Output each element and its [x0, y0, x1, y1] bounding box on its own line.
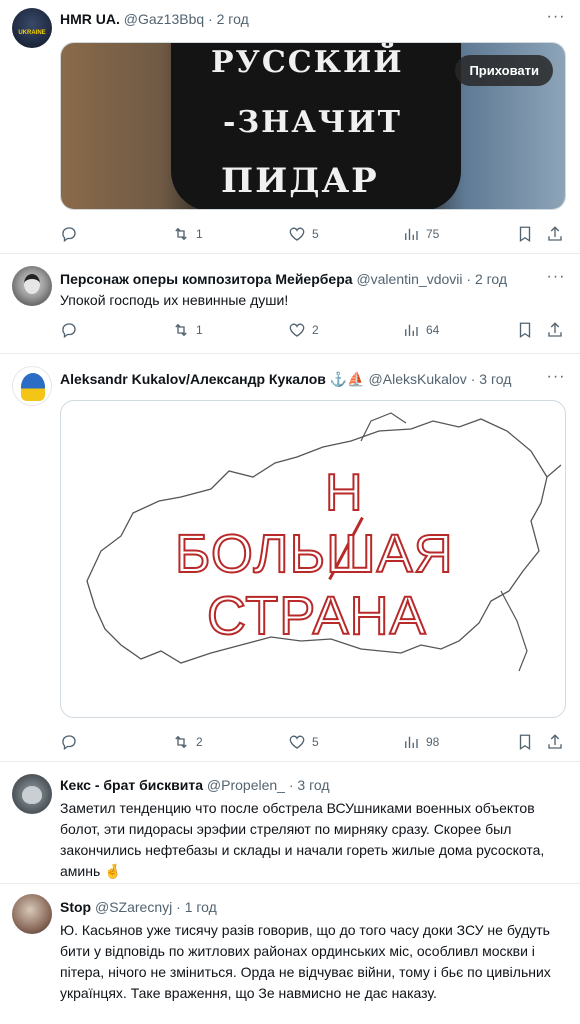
heart-icon [289, 323, 305, 337]
share-button[interactable] [546, 320, 564, 340]
post-1[interactable]: UKRAINE HMR UA. @Gaz13Bbq · 2 год ··· РУ… [0, 0, 580, 254]
post-2[interactable]: Персонаж оперы композитора Мейербера @va… [0, 254, 580, 354]
shirt-text-line-3: ПИДАР [221, 161, 379, 201]
like-count: 5 [312, 227, 319, 241]
views-button[interactable]: 98 [402, 732, 439, 752]
like-button[interactable]: 2 [288, 320, 319, 340]
reply-icon [62, 323, 76, 339]
post-text: Заметил тенденцию что после обстрела ВСУ… [60, 800, 545, 879]
post-text: Упокой господь их невинные души! [60, 292, 289, 308]
separator: · [172, 899, 185, 915]
more-options-icon[interactable]: ··· [546, 269, 566, 290]
post-image[interactable]: Н БОЛЬШАЯ СТРАНА [60, 400, 566, 718]
heart-icon [289, 735, 305, 749]
avatar[interactable] [12, 266, 52, 306]
author-handle[interactable]: @SZarecnyj [95, 899, 172, 915]
separator: · [466, 371, 480, 387]
like-button[interactable]: 5 [288, 732, 319, 752]
views-icon [405, 324, 418, 336]
avatar-cat [22, 786, 42, 804]
repost-icon [175, 227, 187, 241]
share-icon [548, 322, 562, 337]
slogan-line-1: БОЛЬШАЯ [174, 523, 454, 585]
views-icon [405, 736, 418, 748]
views-count: 75 [426, 227, 440, 241]
post-time[interactable]: 1 год [185, 899, 217, 915]
avatar[interactable] [12, 774, 52, 814]
repost-button[interactable]: 1 [172, 224, 203, 244]
repost-button[interactable]: 2 [172, 732, 203, 752]
post-time[interactable]: 3 год [297, 777, 329, 793]
avatar[interactable] [12, 366, 52, 406]
author-name[interactable]: Персонаж оперы композитора Мейербера [60, 271, 353, 287]
share-button[interactable] [546, 224, 564, 244]
separator: · [284, 777, 298, 793]
repost-icon [175, 323, 187, 337]
post-image[interactable]: РУССКИЙ -ЗНАЧИТ ПИДАР Приховати [60, 42, 566, 210]
bookmark-icon [519, 734, 531, 751]
repost-count: 2 [196, 735, 203, 749]
reply-button[interactable] [60, 732, 84, 752]
share-icon [548, 734, 562, 749]
avatar-emblem [21, 373, 45, 401]
heart-icon [289, 227, 305, 241]
author-name[interactable]: Aleksandr Kukalov/Александр Кукалов [60, 371, 326, 387]
bookmark-button[interactable] [516, 732, 534, 752]
reply-button[interactable] [60, 224, 84, 244]
views-count: 98 [426, 735, 440, 749]
separator: · [462, 271, 475, 287]
share-button[interactable] [546, 732, 564, 752]
post-text: Ю. Касьянов уже тисячу разів говорив, що… [60, 922, 551, 1001]
slogan-line-2: СТРАНА [206, 585, 427, 647]
post-5[interactable]: Stop @SZarecnyj · 1 год Ю. Касьянов уже … [0, 884, 580, 1024]
shirt-text-line-1: РУССКИЙ [211, 45, 404, 80]
crossed-letter: Н [324, 463, 364, 523]
like-count: 5 [312, 735, 319, 749]
author-handle[interactable]: @valentin_vdovii [356, 271, 462, 287]
author-handle[interactable]: @AleksKukalov [369, 371, 467, 387]
post-time[interactable]: 3 год [479, 371, 511, 387]
reply-icon [62, 227, 76, 243]
author-name[interactable]: HMR UA. [60, 11, 120, 27]
like-count: 2 [312, 323, 319, 337]
views-icon [405, 228, 418, 240]
author-handle[interactable]: @Gaz13Bbq [124, 11, 204, 27]
more-options-icon[interactable]: ··· [546, 9, 566, 30]
repost-icon [175, 735, 187, 749]
repost-button[interactable]: 1 [172, 320, 203, 340]
slogan-part-a: БОЛЬ [174, 523, 327, 585]
reply-button[interactable] [60, 320, 84, 340]
repost-count: 1 [196, 323, 203, 337]
author-emoji: ⚓⛵ [329, 371, 365, 387]
author-handle[interactable]: @Propelen_ [207, 777, 285, 793]
post-time[interactable]: 2 год [217, 11, 249, 27]
slogan-part-c: АЯ [376, 523, 454, 585]
bookmark-button[interactable] [516, 320, 534, 340]
views-count: 64 [426, 323, 440, 337]
separator: · [204, 11, 217, 27]
views-button[interactable]: 64 [402, 320, 439, 340]
bookmark-icon [519, 226, 531, 243]
share-icon [548, 226, 562, 241]
more-options-icon[interactable]: ··· [546, 369, 566, 390]
bookmark-icon [519, 322, 531, 339]
author-name[interactable]: Stop [60, 899, 91, 915]
post-time[interactable]: 2 год [475, 271, 507, 287]
avatar-face [24, 274, 40, 294]
repost-count: 1 [196, 227, 203, 241]
avatar[interactable] [12, 894, 52, 934]
author-name[interactable]: Кекс - брат бисквита [60, 777, 203, 793]
views-button[interactable]: 75 [402, 224, 439, 244]
shirt-text-line-2: -ЗНАЧИТ [223, 105, 402, 140]
post-4[interactable]: Кекс - брат бисквита @Propelen_ · 3 год … [0, 762, 580, 884]
hide-button[interactable]: Приховати [455, 55, 553, 86]
like-button[interactable]: 5 [288, 224, 319, 244]
bookmark-button[interactable] [516, 224, 534, 244]
avatar[interactable]: UKRAINE [12, 8, 52, 48]
post-3[interactable]: Aleksandr Kukalov/Александр Кукалов ⚓⛵ @… [0, 354, 580, 762]
reply-icon [62, 735, 76, 751]
slogan-part-b: Ш [325, 523, 377, 585]
avatar-label: UKRAINE [18, 30, 46, 36]
